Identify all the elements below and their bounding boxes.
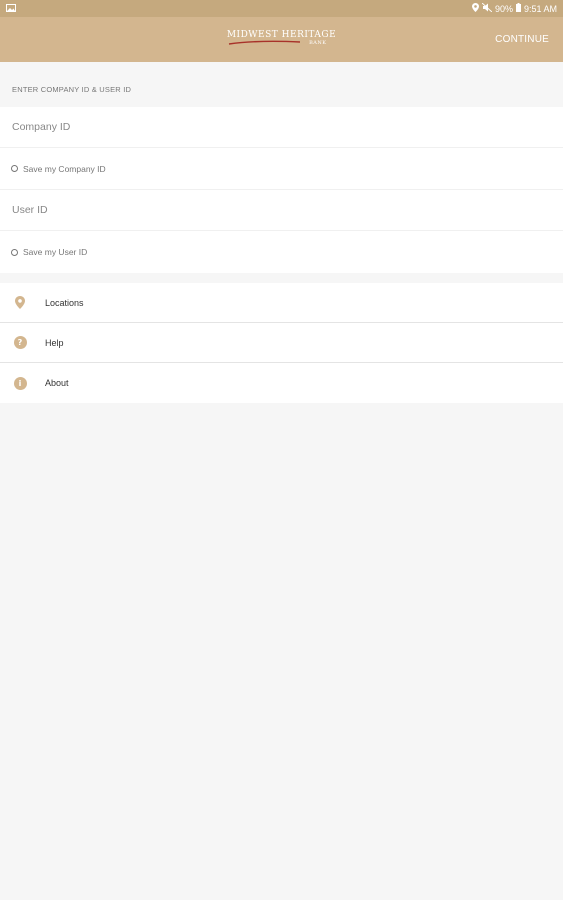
save-user-id-toggle[interactable]: Save my User ID [0, 231, 563, 273]
help-icon: ? [13, 336, 27, 350]
section-header: ENTER COMPANY ID & USER ID [12, 85, 132, 94]
battery-icon [515, 3, 521, 14]
bank-logo: MIDWEST HERITAGE BANK [227, 26, 337, 54]
save-user-id-radio[interactable] [11, 248, 18, 256]
save-company-id-label: Save my Company ID [23, 163, 106, 174]
logo-swoosh [228, 40, 300, 45]
login-form: Save my Company ID Save my User ID [0, 107, 563, 273]
status-bar: 90% 9:51 AM [0, 0, 563, 17]
menu-item-about[interactable]: i About [0, 363, 563, 403]
save-company-id-toggle[interactable]: Save my Company ID [0, 148, 563, 190]
section-divider [0, 273, 563, 283]
save-user-id-label: Save my User ID [23, 247, 88, 257]
logo-text: MIDWEST HERITAGE [226, 29, 337, 40]
location-pin-icon [13, 296, 27, 310]
menu-item-locations[interactable]: Locations [0, 283, 563, 323]
menu-list: Locations ? Help i About [0, 283, 563, 403]
user-id-row [0, 190, 563, 231]
info-icon: i [13, 376, 27, 390]
menu-item-help[interactable]: ? Help [0, 323, 563, 363]
menu-label-about: About [45, 378, 69, 388]
user-id-input[interactable] [12, 204, 312, 216]
app-bar: MIDWEST HERITAGE BANK CONTINUE [0, 17, 563, 62]
continue-button[interactable]: CONTINUE [495, 17, 549, 62]
location-icon [471, 3, 479, 14]
battery-percent: 90% [494, 3, 513, 14]
mute-icon [481, 2, 493, 14]
save-company-id-radio[interactable] [11, 165, 18, 172]
company-id-input[interactable] [12, 121, 312, 133]
image-icon [6, 3, 16, 14]
clock: 9:51 AM [523, 3, 557, 14]
logo-sub-text: BANK [309, 39, 327, 46]
menu-label-help: Help [45, 337, 64, 348]
menu-label-locations: Locations [45, 297, 84, 308]
company-id-row [0, 107, 563, 148]
